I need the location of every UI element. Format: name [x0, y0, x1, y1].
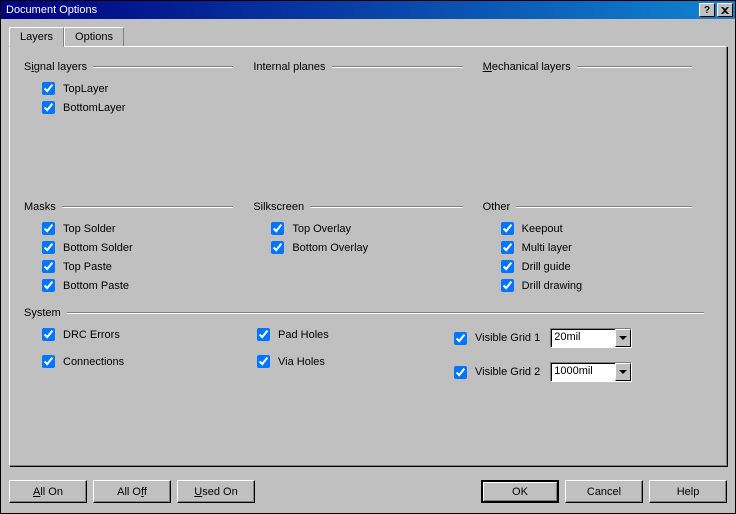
group-title-masks: Masks	[24, 201, 62, 213]
tab-panel-layers: Signal layers TopLayer BottomLayer Inter…	[9, 46, 727, 466]
ok-button[interactable]: OK	[481, 480, 559, 503]
combo-value-grid-2: 1000mil	[551, 363, 615, 381]
chevron-down-icon	[619, 336, 627, 340]
checkbox-top-paste[interactable]: Top Paste	[24, 257, 253, 276]
checkbox-multi-layer[interactable]: Multi layer	[483, 238, 712, 257]
combo-visible-grid-1[interactable]: 20mil	[550, 328, 632, 348]
tab-layers[interactable]: Layers	[9, 27, 64, 47]
group-internal-planes: Internal planes	[253, 61, 482, 79]
group-mechanical-layers: Mechanical layers	[483, 61, 712, 79]
checkbox-bottom-overlay[interactable]: Bottom Overlay	[253, 238, 482, 257]
tabstrip: Layers Options	[9, 27, 727, 46]
checkbox-bottom-paste[interactable]: Bottom Paste	[24, 276, 253, 295]
group-system: System DRC Errors Connections Pad Holes …	[24, 307, 712, 385]
cancel-button[interactable]: Cancel	[565, 480, 643, 503]
group-title-internal: Internal planes	[253, 61, 331, 73]
titlebar: Document Options ?	[1, 1, 735, 19]
combo-button-grid-1[interactable]	[615, 329, 631, 347]
checkbox-drc-errors[interactable]: DRC Errors	[24, 325, 239, 344]
combo-visible-grid-2[interactable]: 1000mil	[550, 362, 632, 382]
used-on-button[interactable]: Used On	[177, 480, 255, 503]
checkbox-bottom-solder[interactable]: Bottom Solder	[24, 238, 253, 257]
checkbox-toplayer[interactable]: TopLayer	[24, 79, 253, 98]
chevron-down-icon	[619, 370, 627, 374]
label-visible-grid-1: Visible Grid 1	[475, 332, 540, 344]
checkbox-via-holes[interactable]: Via Holes	[239, 352, 454, 371]
group-title-other: Other	[483, 201, 517, 213]
checkbox-top-overlay[interactable]: Top Overlay	[253, 219, 482, 238]
checkbox-visible-grid-1[interactable]	[454, 332, 467, 345]
checkbox-connections[interactable]: Connections	[24, 352, 239, 371]
checkbox-pad-holes[interactable]: Pad Holes	[239, 325, 454, 344]
checkbox-bottomlayer[interactable]: BottomLayer	[24, 98, 253, 117]
group-title-signal: Signal layers	[24, 61, 93, 73]
group-signal-layers: Signal layers TopLayer BottomLayer	[24, 61, 253, 117]
group-title-system: System	[24, 307, 67, 319]
group-title-silkscreen: Silkscreen	[253, 201, 310, 213]
tab-options[interactable]: Options	[64, 27, 124, 46]
checkbox-keepout[interactable]: Keepout	[483, 219, 712, 238]
group-title-mechanical: Mechanical layers	[483, 61, 577, 73]
combo-value-grid-1: 20mil	[551, 329, 615, 347]
group-masks: Masks Top Solder Bottom Solder Top Paste…	[24, 201, 253, 295]
combo-button-grid-2[interactable]	[615, 363, 631, 381]
checkbox-visible-grid-2[interactable]	[454, 366, 467, 379]
group-other: Other Keepout Multi layer Drill guide Dr…	[483, 201, 712, 295]
label-visible-grid-2: Visible Grid 2	[475, 366, 540, 378]
checkbox-drill-drawing[interactable]: Drill drawing	[483, 276, 712, 295]
close-button[interactable]	[717, 3, 733, 17]
checkbox-top-solder[interactable]: Top Solder	[24, 219, 253, 238]
group-silkscreen: Silkscreen Top Overlay Bottom Overlay	[253, 201, 482, 257]
checkbox-drill-guide[interactable]: Drill guide	[483, 257, 712, 276]
all-on-button[interactable]: All On	[9, 480, 87, 503]
help-dialog-button[interactable]: Help	[649, 480, 727, 503]
window-title: Document Options	[3, 4, 697, 16]
button-row: All On All Off Used On OK Cancel Help	[9, 480, 727, 503]
all-off-button[interactable]: All Off	[93, 480, 171, 503]
close-icon	[721, 7, 729, 14]
help-button[interactable]: ?	[699, 3, 715, 17]
